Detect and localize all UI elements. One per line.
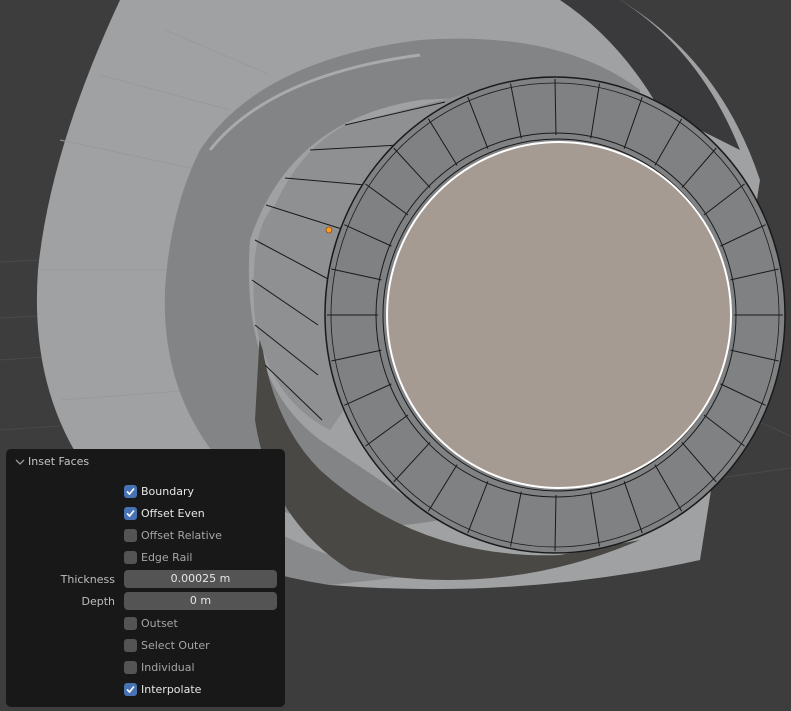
- select-outer-checkbox[interactable]: [124, 639, 137, 652]
- chevron-down-icon: [15, 459, 25, 465]
- individual-option[interactable]: Individual: [6, 658, 285, 678]
- interpolate-checkbox[interactable]: [124, 683, 137, 696]
- offset-even-option[interactable]: Offset Even: [6, 504, 285, 524]
- checkmark-icon: [126, 685, 135, 694]
- edge-rail-checkbox[interactable]: [124, 551, 137, 564]
- thickness-label: Thickness: [60, 573, 115, 586]
- select-outer-option[interactable]: Select Outer: [6, 636, 285, 656]
- panel-title: Inset Faces: [28, 455, 90, 468]
- offset-relative-label: Offset Relative: [141, 529, 222, 542]
- selected-inset-face[interactable]: [386, 141, 732, 489]
- boundary-checkbox[interactable]: [124, 485, 137, 498]
- offset-relative-checkbox[interactable]: [124, 529, 137, 542]
- operator-panel-inset-faces: Inset Faces Boundary Offset Even Offset …: [6, 449, 285, 707]
- individual-label: Individual: [141, 661, 195, 674]
- boundary-option[interactable]: Boundary: [6, 482, 285, 502]
- checkmark-icon: [126, 509, 135, 518]
- outset-checkbox[interactable]: [124, 617, 137, 630]
- outset-option[interactable]: Outset: [6, 614, 285, 634]
- select-outer-label: Select Outer: [141, 639, 210, 652]
- depth-field[interactable]: 0 m: [124, 592, 277, 610]
- boundary-label: Boundary: [141, 485, 194, 498]
- individual-checkbox[interactable]: [124, 661, 137, 674]
- edge-rail-option[interactable]: Edge Rail: [6, 548, 285, 568]
- checkmark-icon: [126, 487, 135, 496]
- offset-relative-option[interactable]: Offset Relative: [6, 526, 285, 546]
- offset-even-label: Offset Even: [141, 507, 205, 520]
- outset-label: Outset: [141, 617, 178, 630]
- depth-label: Depth: [81, 595, 115, 608]
- thickness-row: Thickness 0.00025 m: [6, 570, 285, 590]
- offset-even-checkbox[interactable]: [124, 507, 137, 520]
- panel-header[interactable]: Inset Faces: [6, 449, 285, 475]
- interpolate-option[interactable]: Interpolate: [6, 680, 285, 700]
- edge-rail-label: Edge Rail: [141, 551, 193, 564]
- active-vertex[interactable]: [325, 226, 333, 234]
- depth-row: Depth 0 m: [6, 592, 285, 612]
- interpolate-label: Interpolate: [141, 683, 202, 696]
- thickness-field[interactable]: 0.00025 m: [124, 570, 277, 588]
